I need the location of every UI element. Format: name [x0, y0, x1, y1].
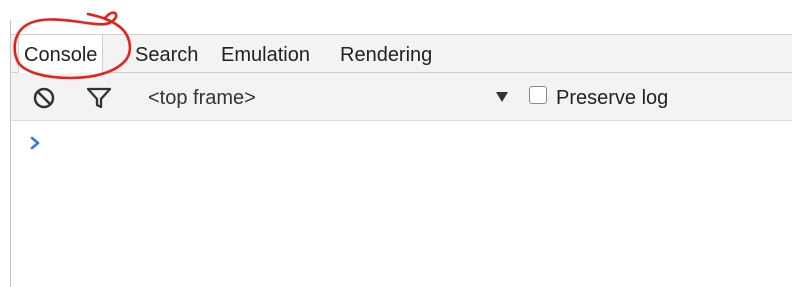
- preserve-log-checkbox[interactable]: [529, 86, 547, 104]
- tab-rendering[interactable]: Rendering: [340, 35, 432, 73]
- preserve-log-label[interactable]: Preserve log: [556, 81, 668, 113]
- console-output-area[interactable]: [11, 121, 792, 287]
- tab-search[interactable]: Search: [135, 35, 198, 73]
- chevron-right-icon: [29, 136, 41, 150]
- filter-icon[interactable]: [86, 86, 112, 110]
- frame-dropdown-arrow-icon[interactable]: [495, 90, 509, 102]
- tab-emulation[interactable]: Emulation: [221, 35, 310, 73]
- frame-select[interactable]: <top frame>: [148, 81, 256, 113]
- devtools-tab-bar: Console Search Emulation Rendering: [11, 34, 792, 74]
- clear-console-icon[interactable]: [32, 86, 56, 110]
- console-toolbar: <top frame> Preserve log: [11, 73, 792, 121]
- window-top-strip: [0, 0, 792, 20]
- tab-console[interactable]: Console: [18, 34, 104, 74]
